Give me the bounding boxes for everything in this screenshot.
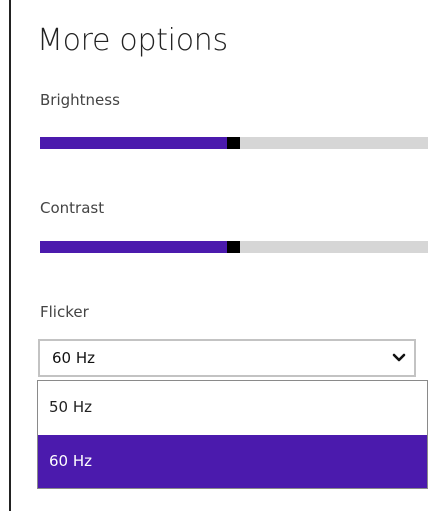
contrast-slider[interactable] bbox=[40, 241, 428, 253]
contrast-slider-fill bbox=[40, 241, 227, 253]
option-label: 60 Hz bbox=[49, 452, 93, 470]
chevron-down-icon bbox=[392, 353, 406, 362]
page-title: More options bbox=[37, 23, 228, 58]
brightness-slider[interactable] bbox=[40, 137, 428, 149]
brightness-slider-thumb[interactable] bbox=[227, 137, 240, 149]
brightness-slider-fill bbox=[40, 137, 227, 149]
flicker-dropdown-list: 50 Hz 60 Hz bbox=[37, 380, 428, 489]
panel-divider bbox=[9, 0, 11, 511]
contrast-label: Contrast bbox=[40, 199, 105, 217]
option-label: 50 Hz bbox=[49, 398, 93, 416]
contrast-slider-thumb[interactable] bbox=[227, 241, 240, 253]
flicker-select[interactable]: 60 Hz bbox=[38, 339, 416, 377]
more-options-panel: More options Brightness Contrast Flicker… bbox=[0, 0, 443, 511]
brightness-label: Brightness bbox=[40, 91, 120, 109]
flicker-option-50hz[interactable]: 50 Hz bbox=[38, 381, 427, 434]
flicker-label: Flicker bbox=[40, 303, 89, 321]
flicker-option-60hz[interactable]: 60 Hz bbox=[38, 435, 427, 488]
flicker-select-value: 60 Hz bbox=[52, 349, 96, 367]
